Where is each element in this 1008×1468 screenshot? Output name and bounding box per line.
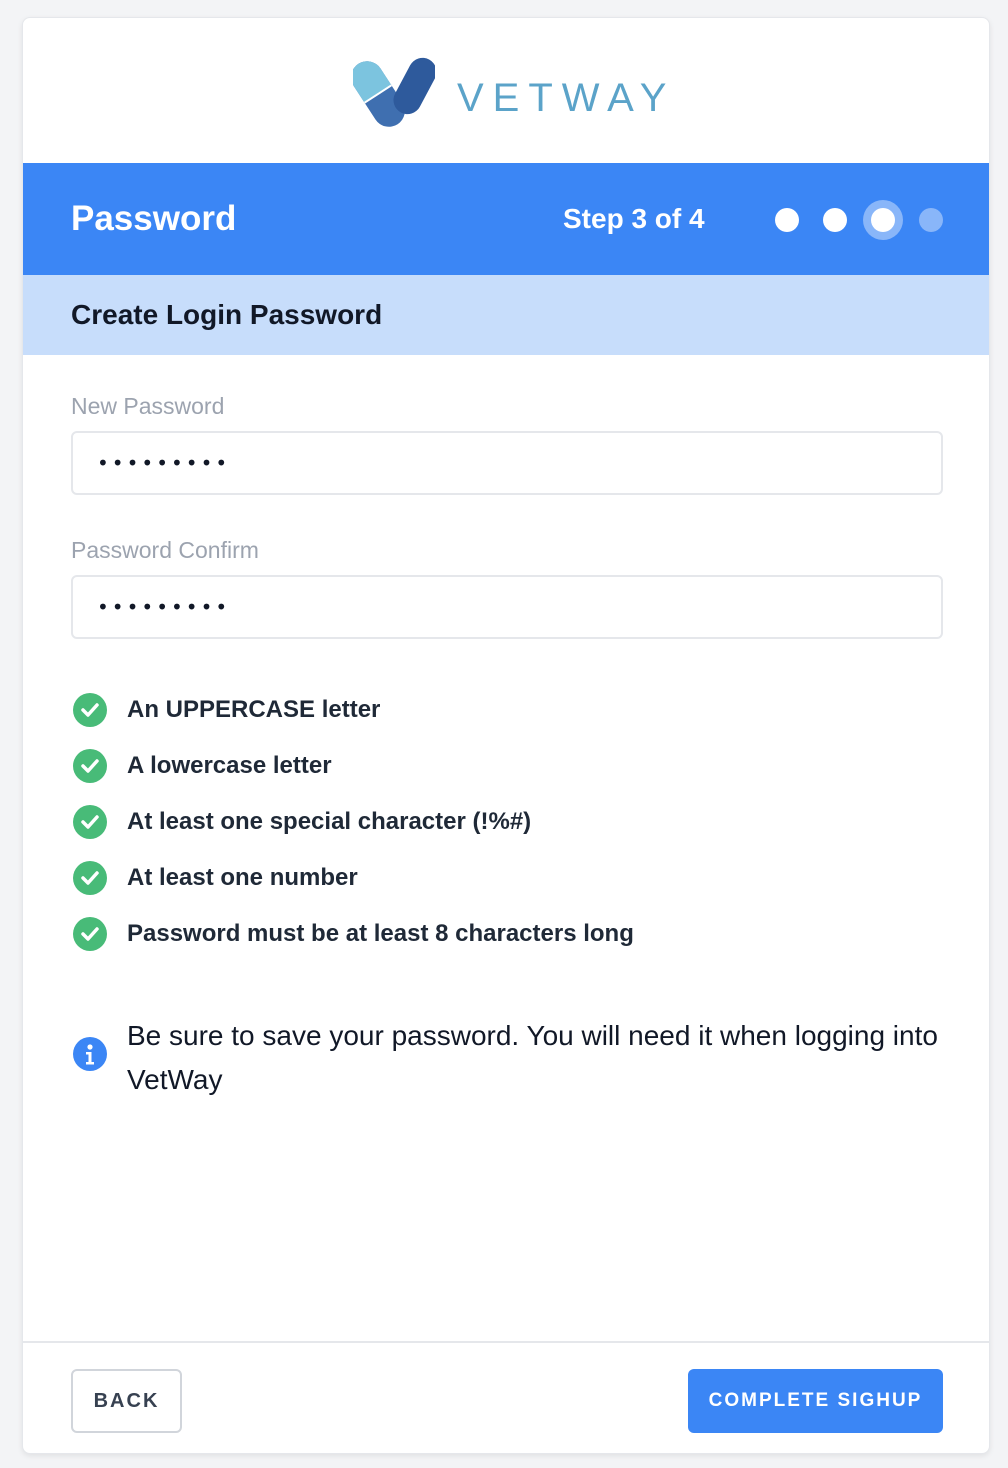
signup-card: VETWAY Password Step 3 of 4 Create Login… bbox=[22, 17, 990, 1454]
check-circle-icon bbox=[73, 805, 107, 839]
check-circle-icon bbox=[73, 749, 107, 783]
requirement-text: At least one special character (!%#) bbox=[127, 808, 532, 835]
requirement-item: An UPPERCASE letter bbox=[73, 693, 773, 727]
step-header: Password Step 3 of 4 bbox=[23, 163, 989, 275]
step-dot-3-current bbox=[863, 200, 903, 240]
vetway-logo-icon bbox=[353, 57, 435, 127]
requirement-item: Password must be at least 8 characters l… bbox=[73, 917, 773, 951]
password-confirm-label: Password Confirm bbox=[71, 537, 259, 563]
new-password-label: New Password bbox=[71, 393, 225, 419]
footer: BACK COMPLETE SIGHUP bbox=[23, 1341, 989, 1453]
requirement-item: At least one special character (!%#) bbox=[73, 805, 773, 839]
step-indicator-text: Step 3 of 4 bbox=[563, 203, 705, 234]
back-button[interactable]: BACK bbox=[71, 1369, 182, 1433]
step-dot-2 bbox=[823, 208, 847, 232]
check-circle-icon bbox=[73, 861, 107, 895]
requirement-text: At least one number bbox=[127, 864, 358, 891]
check-circle-icon bbox=[73, 917, 107, 951]
info-text: Be sure to save your password. You will … bbox=[127, 1020, 938, 1095]
step-dot-4 bbox=[919, 208, 943, 232]
password-confirm-input[interactable] bbox=[71, 575, 943, 639]
step-dot-1 bbox=[775, 208, 799, 232]
vetway-wordmark: VETWAY bbox=[457, 76, 676, 120]
requirement-item: A lowercase letter bbox=[73, 749, 773, 783]
info-icon bbox=[73, 1037, 107, 1071]
page-title: Password bbox=[71, 199, 237, 238]
section-title: Create Login Password bbox=[71, 299, 383, 330]
requirement-text: A lowercase letter bbox=[127, 752, 332, 779]
requirement-text: An UPPERCASE letter bbox=[127, 696, 381, 723]
new-password-input[interactable] bbox=[71, 431, 943, 495]
requirement-text: Password must be at least 8 characters l… bbox=[127, 920, 634, 947]
requirement-item: At least one number bbox=[73, 861, 773, 895]
complete-signup-button[interactable]: COMPLETE SIGHUP bbox=[688, 1369, 943, 1433]
check-circle-icon bbox=[73, 693, 107, 727]
section-header: Create Login Password bbox=[23, 275, 989, 355]
logo-area: VETWAY bbox=[23, 18, 989, 163]
